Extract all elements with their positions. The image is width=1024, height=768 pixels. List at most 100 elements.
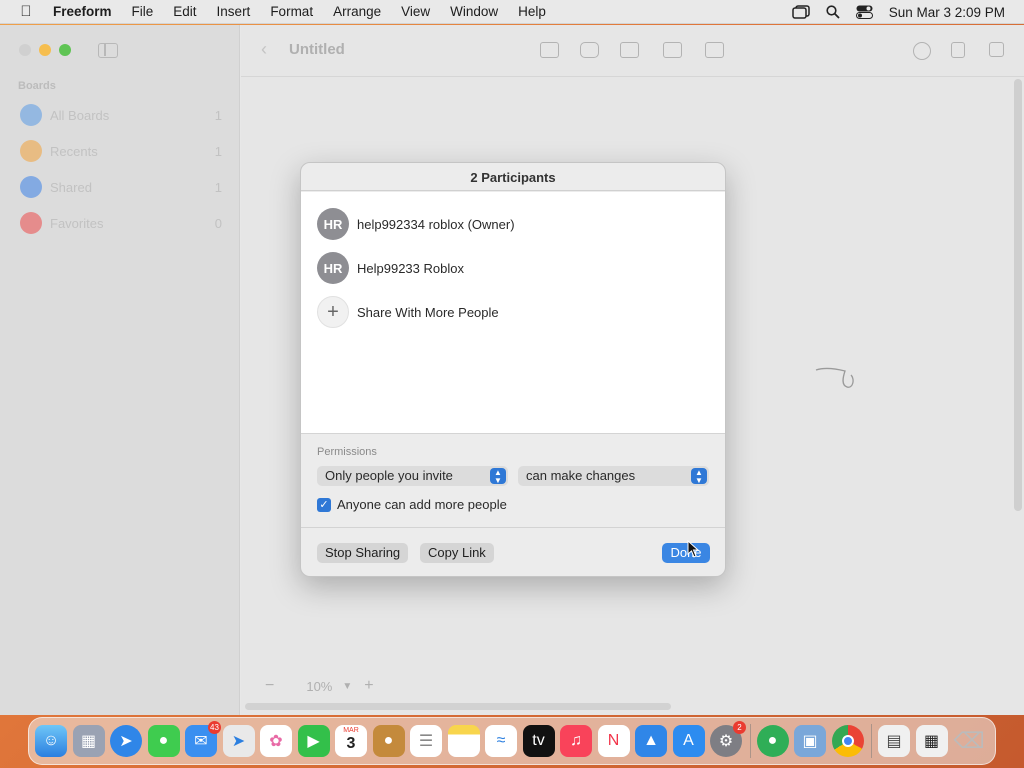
app-store-icon[interactable]: A <box>672 725 705 757</box>
sidebar-toggle-icon[interactable] <box>98 43 118 58</box>
dialog-divider <box>301 527 725 528</box>
system-settings-icon[interactable]: ⚙ 2 <box>710 721 746 757</box>
trash-icon[interactable]: ⌫ <box>953 725 985 757</box>
sidebar-item-favorites[interactable]: Favorites 0 <box>20 212 222 234</box>
sidebar-item-label: Recents <box>50 143 98 159</box>
board-title[interactable]: Untitled <box>289 41 345 58</box>
sticky-note-icon[interactable] <box>540 42 559 58</box>
shapes-icon[interactable] <box>580 42 599 58</box>
done-button[interactable]: Done <box>662 543 710 563</box>
menu-clock[interactable]: Sun Mar 3 2:09 PM <box>889 5 1005 20</box>
dock-separator <box>871 724 872 758</box>
mail-icon[interactable]: ✉ 43 <box>185 721 221 757</box>
sidebar-item-count: 1 <box>214 143 222 159</box>
screenshot-folder-icon[interactable]: ▦ <box>915 725 948 757</box>
finder-icon[interactable]: ☺ <box>35 725 67 757</box>
maps-icon[interactable]: ➤ <box>222 725 255 757</box>
stage-manager-icon[interactable] <box>791 5 810 19</box>
access-popup[interactable]: Only people you invite ▲ ▼ <box>317 466 508 486</box>
text-box-icon[interactable] <box>620 42 639 58</box>
dock: ☺ ▦ ➤ ● ✉ 43 ➤ ✿ ▶ MAR 3 ● ☰ ≈ tv ♫ N ▲ A… <box>28 717 996 765</box>
all-boards-icon <box>20 104 42 126</box>
menu-file[interactable]: File <box>122 0 164 24</box>
participant-row[interactable]: HR help992334 roblox (Owner) <box>317 208 515 240</box>
menu-view[interactable]: View <box>391 0 440 24</box>
media-icon[interactable] <box>663 42 682 58</box>
compose-icon[interactable] <box>989 42 1004 57</box>
menu-bar:  Freeform File Edit Insert Format Arran… <box>0 0 1024 24</box>
zoom-window-button[interactable] <box>59 44 71 56</box>
anyone-can-add-checkbox-row[interactable]: ✓ Anyone can add more people <box>317 497 507 512</box>
menu-insert[interactable]: Insert <box>207 0 261 24</box>
share-more-label: Share With More People <box>357 304 499 320</box>
stop-sharing-button[interactable]: Stop Sharing <box>317 543 409 563</box>
menu-edit[interactable]: Edit <box>163 0 206 24</box>
avatar: HR <box>317 252 349 284</box>
preview-icon[interactable]: ▣ <box>794 725 826 757</box>
sidebar-item-recents[interactable]: Recents 1 <box>20 140 222 162</box>
sidebar-item-count: 1 <box>214 179 222 195</box>
menu-window[interactable]: Window <box>440 0 508 24</box>
facetime-icon[interactable]: ▶ <box>297 725 330 757</box>
popup-arrows-icon: ▲ ▼ <box>490 468 506 485</box>
share-more-people-button[interactable]: + Share With More People <box>317 296 499 328</box>
participant-row[interactable]: HR Help99233 Roblox <box>317 252 464 284</box>
vertical-scrollbar[interactable] <box>1014 79 1022 511</box>
minimize-window-button[interactable] <box>39 44 51 56</box>
sidebar-item-shared[interactable]: Shared 1 <box>20 176 222 198</box>
sidebar: Boards All Boards 1 Recents 1 Shared 1 F… <box>0 25 240 715</box>
photos-icon[interactable]: ✿ <box>260 725 292 757</box>
back-chevron-icon[interactable]: ‹ <box>261 39 267 60</box>
rights-popup[interactable]: can make changes ▲ ▼ <box>518 466 709 486</box>
apple-menu-icon[interactable]:  <box>9 3 43 20</box>
spotlight-search-icon[interactable] <box>826 5 840 19</box>
music-icon[interactable]: ♫ <box>560 725 592 757</box>
canvas-drawing[interactable] <box>815 365 859 393</box>
keynote-icon[interactable]: ▲ <box>635 725 667 757</box>
zoom-level[interactable]: 10% <box>306 679 332 694</box>
sidebar-item-all-boards[interactable]: All Boards 1 <box>20 104 222 126</box>
menu-arrange[interactable]: Arrange <box>323 0 391 24</box>
people-icon <box>20 176 42 198</box>
safari-icon[interactable]: ➤ <box>110 725 142 757</box>
plus-icon: + <box>317 296 349 328</box>
contacts-icon[interactable]: ● <box>372 725 405 757</box>
control-center-icon[interactable] <box>855 5 873 19</box>
menu-help[interactable]: Help <box>508 0 556 24</box>
apple-tv-icon[interactable]: tv <box>522 725 555 757</box>
clock-icon <box>20 140 42 162</box>
folder-icon[interactable] <box>705 42 724 58</box>
checkbox[interactable]: ✓ <box>317 497 331 512</box>
sidebar-item-count: 1 <box>214 107 222 123</box>
notes-icon[interactable] <box>447 725 480 757</box>
permissions-label: Permissions <box>317 446 377 458</box>
checkbox-label: Anyone can add more people <box>337 497 507 512</box>
copy-link-button[interactable]: Copy Link <box>420 543 494 563</box>
horizontal-scrollbar[interactable] <box>245 703 671 710</box>
document-icon[interactable]: ▤ <box>878 725 910 757</box>
share-icon[interactable] <box>951 42 965 58</box>
menu-app-name[interactable]: Freeform <box>43 0 122 24</box>
chevron-down-icon[interactable]: ▼ <box>342 681 352 692</box>
find-my-icon[interactable]: ● <box>756 725 789 757</box>
heart-icon <box>20 212 42 234</box>
close-window-button[interactable] <box>19 44 31 56</box>
toolbar: ‹ Untitled <box>241 25 1024 77</box>
menu-format[interactable]: Format <box>260 0 323 24</box>
window-controls <box>19 44 71 56</box>
chrome-icon[interactable] <box>831 725 864 757</box>
freeform-icon[interactable]: ≈ <box>485 725 517 757</box>
calendar-icon[interactable]: MAR 3 <box>335 725 367 757</box>
sidebar-section-title: Boards <box>18 80 56 92</box>
launchpad-icon[interactable]: ▦ <box>72 725 105 757</box>
collaborate-icon[interactable] <box>913 42 931 60</box>
messages-icon[interactable]: ● <box>147 725 180 757</box>
news-icon[interactable]: N <box>597 725 630 757</box>
access-value: Only people you invite <box>325 468 453 483</box>
reminders-icon[interactable]: ☰ <box>410 725 442 757</box>
dock-separator <box>749 724 751 758</box>
zoom-in-button[interactable]: + <box>364 677 373 695</box>
sidebar-item-count: 0 <box>214 215 222 231</box>
zoom-out-button[interactable]: − <box>265 677 274 695</box>
calendar-month: MAR <box>343 727 359 734</box>
